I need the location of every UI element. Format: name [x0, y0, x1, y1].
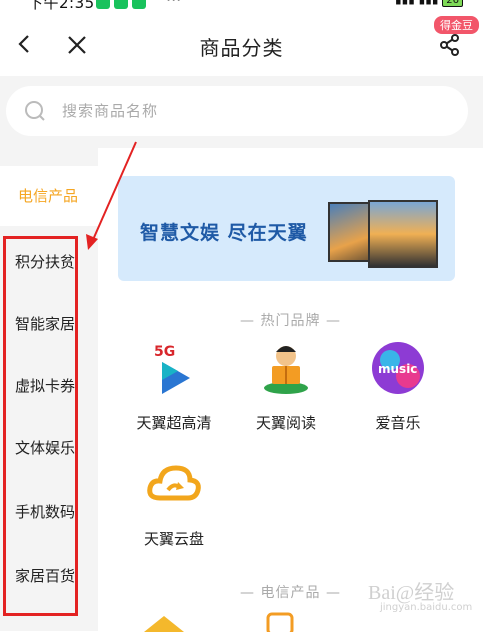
- more-notifications-icon: ···: [166, 0, 181, 9]
- brand-label: 天翼超高清: [136, 414, 212, 432]
- section-title-hot-brands: — 热门品牌 —: [240, 313, 341, 329]
- search-placeholder: 搜索商品名称: [62, 102, 159, 120]
- notification-icons: [96, 0, 150, 13]
- reading-icon: [264, 346, 308, 394]
- tv-image: [368, 200, 438, 268]
- main-content: 智慧文娱 尽在天翼 — 热门品牌 — 5G 天翼超高清 天翼阅读 music 爱…: [98, 148, 483, 632]
- app-icon: [96, 0, 110, 9]
- svg-text:5G: 5G: [154, 344, 175, 360]
- promo-banner[interactable]: 智慧文娱 尽在天翼: [118, 176, 455, 281]
- brand-tianyi-uhd[interactable]: 5G 天翼超高清: [124, 340, 224, 433]
- imusic-icon: music: [372, 342, 424, 394]
- wechat-icon: [132, 0, 146, 9]
- brand-tianyi-cloud[interactable]: 天翼云盘: [124, 456, 224, 549]
- svg-text:music: music: [378, 362, 417, 376]
- gold-beans-badge[interactable]: 得金豆: [434, 16, 479, 34]
- sidebar-item-home-goods[interactable]: 家居百货: [0, 546, 98, 606]
- watermark: Bai@经验: [368, 582, 455, 604]
- page-title: 商品分类: [199, 36, 284, 60]
- category-sidebar: 电信产品 积分扶贫 智能家居 虚拟卡券 文体娱乐 手机数码 家居百货: [0, 148, 98, 631]
- search-area: 搜索商品名称: [0, 76, 483, 148]
- phone-product-icon: [266, 612, 294, 632]
- sidebar-item-smart-home[interactable]: 智能家居: [0, 294, 98, 354]
- sidebar-item-points-poverty[interactable]: 积分扶贫: [0, 232, 98, 292]
- brand-imusic[interactable]: music 爱音乐: [348, 340, 448, 433]
- brand-label: 天翼云盘: [143, 530, 204, 548]
- battery-icon: 26: [442, 0, 463, 7]
- signal-icon: ▮▮▮ ▮▮▮: [395, 0, 442, 6]
- sidebar-item-virtual-cards[interactable]: 虚拟卡券: [0, 356, 98, 416]
- sidebar-item-phones-digital[interactable]: 手机数码: [0, 482, 98, 542]
- telecom-product-icon: [144, 616, 184, 632]
- sidebar-item-sports-entertainment[interactable]: 文体娱乐: [0, 418, 98, 478]
- system-status: ▮▮▮ ▮▮▮ 26: [395, 0, 463, 7]
- status-time: 下午2:35: [28, 0, 95, 12]
- brand-label: 天翼阅读: [255, 414, 316, 432]
- cloud-icon: [147, 465, 201, 501]
- app-icon: [114, 0, 128, 9]
- banner-text: 智慧文娱 尽在天翼: [140, 222, 308, 244]
- watermark-url: jingyan.baidu.com: [380, 602, 473, 613]
- brand-tianyi-reading[interactable]: 天翼阅读: [236, 340, 336, 433]
- top-bar: 商品分类 得金豆: [0, 14, 483, 76]
- status-bar: 下午2:35 ··· ▮▮▮ ▮▮▮ 26: [0, 0, 483, 14]
- 5g-play-icon: 5G: [154, 344, 190, 394]
- search-input[interactable]: 搜索商品名称: [6, 86, 468, 136]
- sidebar-item-telecom[interactable]: 电信产品: [0, 166, 98, 226]
- search-icon: [25, 101, 45, 121]
- brand-label: 爱音乐: [375, 414, 421, 432]
- share-icon[interactable]: [439, 34, 461, 56]
